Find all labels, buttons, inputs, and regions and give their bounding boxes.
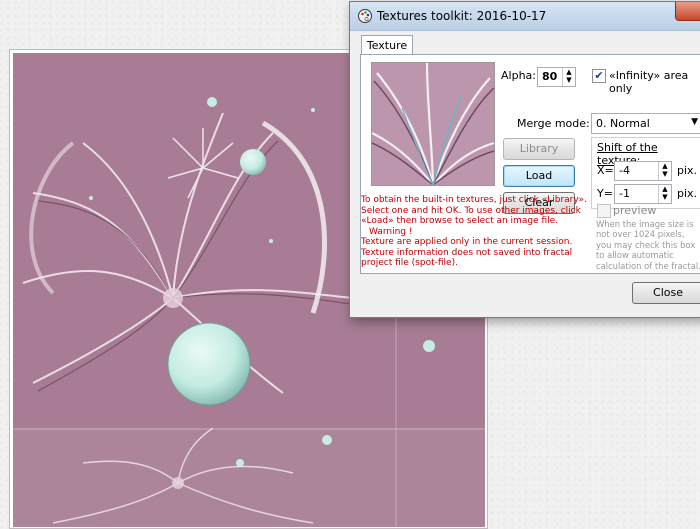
window-close-button[interactable] <box>675 2 700 21</box>
alpha-label-text: Alpha: <box>501 69 536 82</box>
preview-hint-text: When the image size is not over 1024 pix… <box>596 219 700 271</box>
info-warning: Warning ! <box>369 226 413 237</box>
y-shift-value[interactable]: -1 <box>619 187 630 200</box>
tab-texture[interactable]: Texture <box>361 35 413 55</box>
title-bar[interactable]: Textures toolkit: 2016-10-17 <box>350 2 700 31</box>
alpha-value[interactable]: 80 <box>542 70 557 83</box>
merge-mode-select[interactable]: 0. Normal ▼ <box>591 113 700 134</box>
chevron-down-icon[interactable]: ▼ <box>691 117 698 127</box>
texture-preview-image <box>371 62 495 186</box>
shift-group: Shift of the texture: X= -4 ▲ ▼ pix. Y= … <box>591 137 700 209</box>
textures-toolkit-dialog: Textures toolkit: 2016-10-17 Texture Alp… <box>349 1 700 318</box>
info-text-box: To obtain the built-in textures, just cl… <box>361 195 590 272</box>
arrow-up-icon[interactable]: ▲ <box>659 185 671 193</box>
info-session-note: Texture are applied only in the current … <box>361 237 573 268</box>
x-unit: pix. <box>677 164 698 177</box>
x-shift-spinner[interactable]: -4 ▲ ▼ <box>614 161 672 181</box>
info-instructions: To obtain the built-in textures, just cl… <box>361 195 587 226</box>
preview-label[interactable]: preview <box>613 204 656 217</box>
close-button[interactable]: Close <box>632 282 700 304</box>
arrow-down-icon[interactable]: ▼ <box>659 193 671 201</box>
load-button[interactable]: Load <box>503 165 575 187</box>
alpha-spinner[interactable]: 80 ▲ ▼ <box>537 67 576 87</box>
arrow-down-icon[interactable]: ▼ <box>563 76 575 84</box>
merge-mode-value: 0. Normal <box>596 117 650 130</box>
y-unit: pix. <box>677 187 698 200</box>
arrow-down-icon[interactable]: ▼ <box>659 170 671 178</box>
x-label: X= <box>597 164 614 177</box>
x-spin-arrows[interactable]: ▲ ▼ <box>658 162 671 180</box>
arrow-up-icon[interactable]: ▲ <box>563 68 575 76</box>
infinity-area-checkbox[interactable]: ✔ <box>592 69 606 83</box>
y-spin-arrows[interactable]: ▲ ▼ <box>658 185 671 203</box>
y-label: Y= <box>597 187 613 200</box>
infinity-area-label[interactable]: «Infinity» area only <box>609 69 700 95</box>
merge-mode-label: Merge mode: <box>517 117 590 130</box>
library-button[interactable]: Library <box>503 138 575 160</box>
y-shift-spinner[interactable]: -1 ▲ ▼ <box>614 184 672 204</box>
alpha-label: Alpha: <box>501 69 536 82</box>
x-shift-value[interactable]: -4 <box>619 164 630 177</box>
preview-checkbox[interactable] <box>597 204 611 218</box>
texture-thumbnail <box>372 63 494 185</box>
alpha-spin-arrows[interactable]: ▲ ▼ <box>562 68 575 86</box>
arrow-up-icon[interactable]: ▲ <box>659 162 671 170</box>
window-title: Textures toolkit: 2016-10-17 <box>377 9 547 23</box>
palette-icon <box>358 9 372 23</box>
dialog-client: Texture Alpha: 80 ▲ ▼ Merge mode: ✔ «Inf… <box>357 31 700 311</box>
